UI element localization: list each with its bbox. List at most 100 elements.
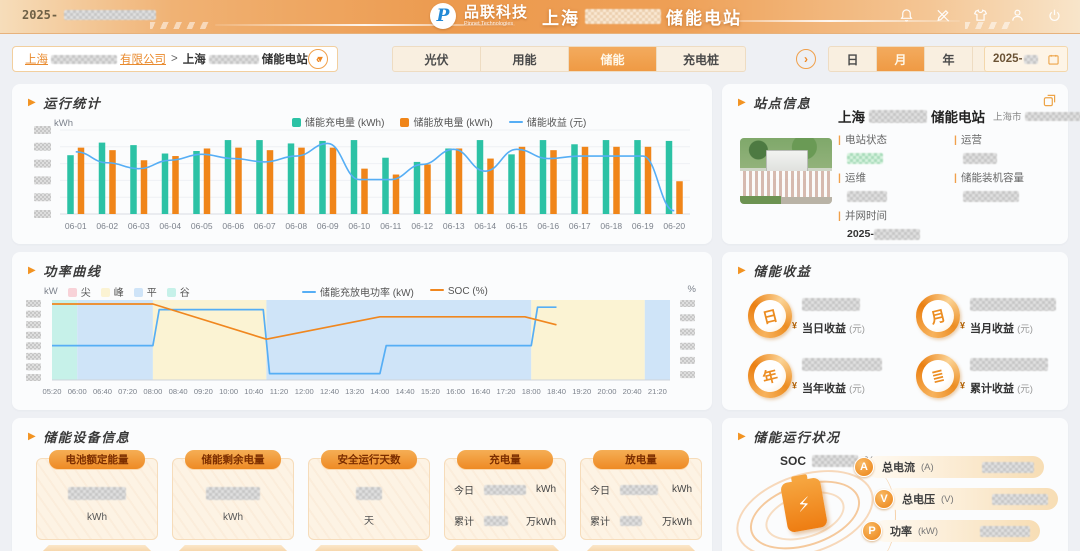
date-picker[interactable]: 2025- [984,46,1068,72]
toolbar: 上海有限公司 > 上海储能电站 ▼ ‹ 光伏 用能 储能 充电桩 › 日 月 年… [0,44,1080,78]
device-card-rated-energy: 电池额定能量 kWh [36,458,158,551]
battery-icon: ⚡ [780,477,828,533]
station-photo [740,138,832,204]
device-card-discharge: 放电量 今日kWh 累计万kWh [580,458,702,551]
svg-text:18:40: 18:40 [547,387,566,396]
header-datetime: 2025- [22,8,156,22]
mute-icon[interactable] [936,8,951,23]
svg-text:08:40: 08:40 [169,387,188,396]
svg-text:10:00: 10:00 [219,387,238,396]
section-arrow-icon: ▶ [28,265,37,276]
tab-month[interactable]: 月 [877,47,925,71]
tab-day[interactable]: 日 [829,47,877,71]
header-decoration [150,22,210,29]
nav-tabs: 光伏 用能 储能 充电桩 [392,46,746,72]
prev-station-button[interactable]: ‹ [308,49,328,69]
svg-text:06-02: 06-02 [96,221,118,231]
svg-text:13:20: 13:20 [345,387,364,396]
field-maintenance: |运维 [838,170,887,202]
breadcrumb[interactable]: 上海有限公司 > 上海储能电站 ▼ [12,46,338,72]
coin-total-icon: ≣¥ [911,349,964,402]
field-grid-time: |并网时间 2025- [838,208,920,240]
svg-text:07:20: 07:20 [118,387,137,396]
svg-text:19:20: 19:20 [572,387,591,396]
power-icon[interactable] [1047,8,1062,23]
svg-text:06-12: 06-12 [411,221,433,231]
field-capacity: |储能装机容量 [954,170,1024,202]
breadcrumb-station: 上海储能电站 [183,51,308,67]
svg-text:06:00: 06:00 [68,387,87,396]
coin-year-icon: 年¥ [743,349,796,402]
svg-text:06-20: 06-20 [663,221,685,231]
svg-text:12:00: 12:00 [295,387,314,396]
svg-text:12:40: 12:40 [320,387,339,396]
breadcrumb-separator: > [171,53,178,65]
bell-icon[interactable] [899,8,914,23]
status-row-current: A 总电流(A) [854,456,1044,478]
svg-text:17:20: 17:20 [497,387,516,396]
svg-text:06-08: 06-08 [285,221,307,231]
status-row-power: P 功率(kW) [862,520,1040,542]
panel-revenue-title: ▶ 储能收益 [738,261,811,280]
svg-text:06-06: 06-06 [222,221,244,231]
panel-run-stats: ▶ 运行统计 储能充电量 (kWh) 储能放电量 (kWh) 储能收益 (元) … [12,84,712,244]
svg-text:14:00: 14:00 [370,387,389,396]
svg-text:06-09: 06-09 [317,221,339,231]
calendar-icon [1048,54,1059,65]
svg-text:06-03: 06-03 [128,221,150,231]
svg-text:06-07: 06-07 [254,221,276,231]
svg-text:16:00: 16:00 [446,387,465,396]
tab-charging-pile[interactable]: 充电桩 [657,47,745,71]
tab-storage[interactable]: 储能 [569,47,657,71]
coin-month-icon: 月¥ [911,289,964,342]
svg-text:06-17: 06-17 [569,221,591,231]
svg-text:06-13: 06-13 [443,221,465,231]
svg-text:06-16: 06-16 [537,221,559,231]
user-icon[interactable] [1010,8,1025,23]
header-brand: P 品联科技 Pinnet Technologies 上海 储能电站 [430,3,742,29]
power-curve-chart: 05:2006:0006:4007:2008:0008:4009:2010:00… [18,296,702,408]
svg-text:11:20: 11:20 [270,387,288,396]
svg-text:08:00: 08:00 [143,387,162,396]
next-period-button[interactable]: › [796,49,816,69]
panel-device-info-title: ▶ 储能设备信息 [28,427,130,446]
breadcrumb-company-link[interactable]: 上海有限公司 [25,51,166,67]
y-axis-right-unit: % [688,284,696,295]
tab-year[interactable]: 年 [925,47,973,71]
device-card-safe-days: 安全运行天数 天 [308,458,430,551]
revenue-yearly: 年¥ 当年收益 (元) [748,354,882,398]
section-arrow-icon: ▶ [738,97,747,108]
run-stats-chart: 06-0106-0206-0306-0406-0506-0606-0706-08… [22,124,698,242]
status-row-voltage: V 总电压(V) [874,488,1058,510]
panel-power-curve-title: ▶ 功率曲线 [28,261,101,280]
revenue-monthly: 月¥ 当月收益 (元) [916,294,1056,338]
field-operator: |运营 [954,132,997,164]
svg-text:09:20: 09:20 [194,387,213,396]
coin-day-icon: 日¥ [743,289,796,342]
svg-text:06-15: 06-15 [506,221,528,231]
panel-run-status-title: ▶ 储能运行状况 [738,427,840,446]
svg-text:06-19: 06-19 [632,221,654,231]
svg-text:06-11: 06-11 [380,221,401,231]
svg-text:06-14: 06-14 [474,221,496,231]
panel-power-curve: ▶ 功率曲线 kW 尖 峰 平 谷 储能充放电功率 (kW) SOC (%) %… [12,252,712,410]
section-arrow-icon: ▶ [738,265,747,276]
svg-text:14:40: 14:40 [396,387,415,396]
svg-text:06:40: 06:40 [93,387,112,396]
header-decoration [965,22,1015,29]
station-name: 上海储能电站 上海市 [838,106,1080,126]
app-header: 2025- P 品联科技 Pinnet Technologies 上海 储能电站 [0,0,1080,34]
tab-energy-use[interactable]: 用能 [481,47,569,71]
tab-pv[interactable]: 光伏 [393,47,481,71]
station-address: 上海市 [993,109,1080,123]
device-cards: 电池额定能量 kWh 储能剩余电量 kWh 安全运行天数 [36,458,702,551]
panel-run-status: ▶ 储能运行状况 SOC % ⚡ A 总电流(A) V 总电压(V) [722,418,1068,551]
header-actions [899,8,1062,23]
panel-site-info-title: ▶ 站点信息 [738,93,811,112]
svg-text:06-01: 06-01 [65,221,87,231]
page-title: 上海 储能电站 [542,4,742,29]
theme-icon[interactable] [973,8,988,23]
svg-text:16:40: 16:40 [471,387,490,396]
svg-text:06-18: 06-18 [600,221,622,231]
panel-site-info: ▶ 站点信息 上海储能电站 上海市 |电站状态 |运营 |运维 |储能装机容量 [722,84,1068,244]
